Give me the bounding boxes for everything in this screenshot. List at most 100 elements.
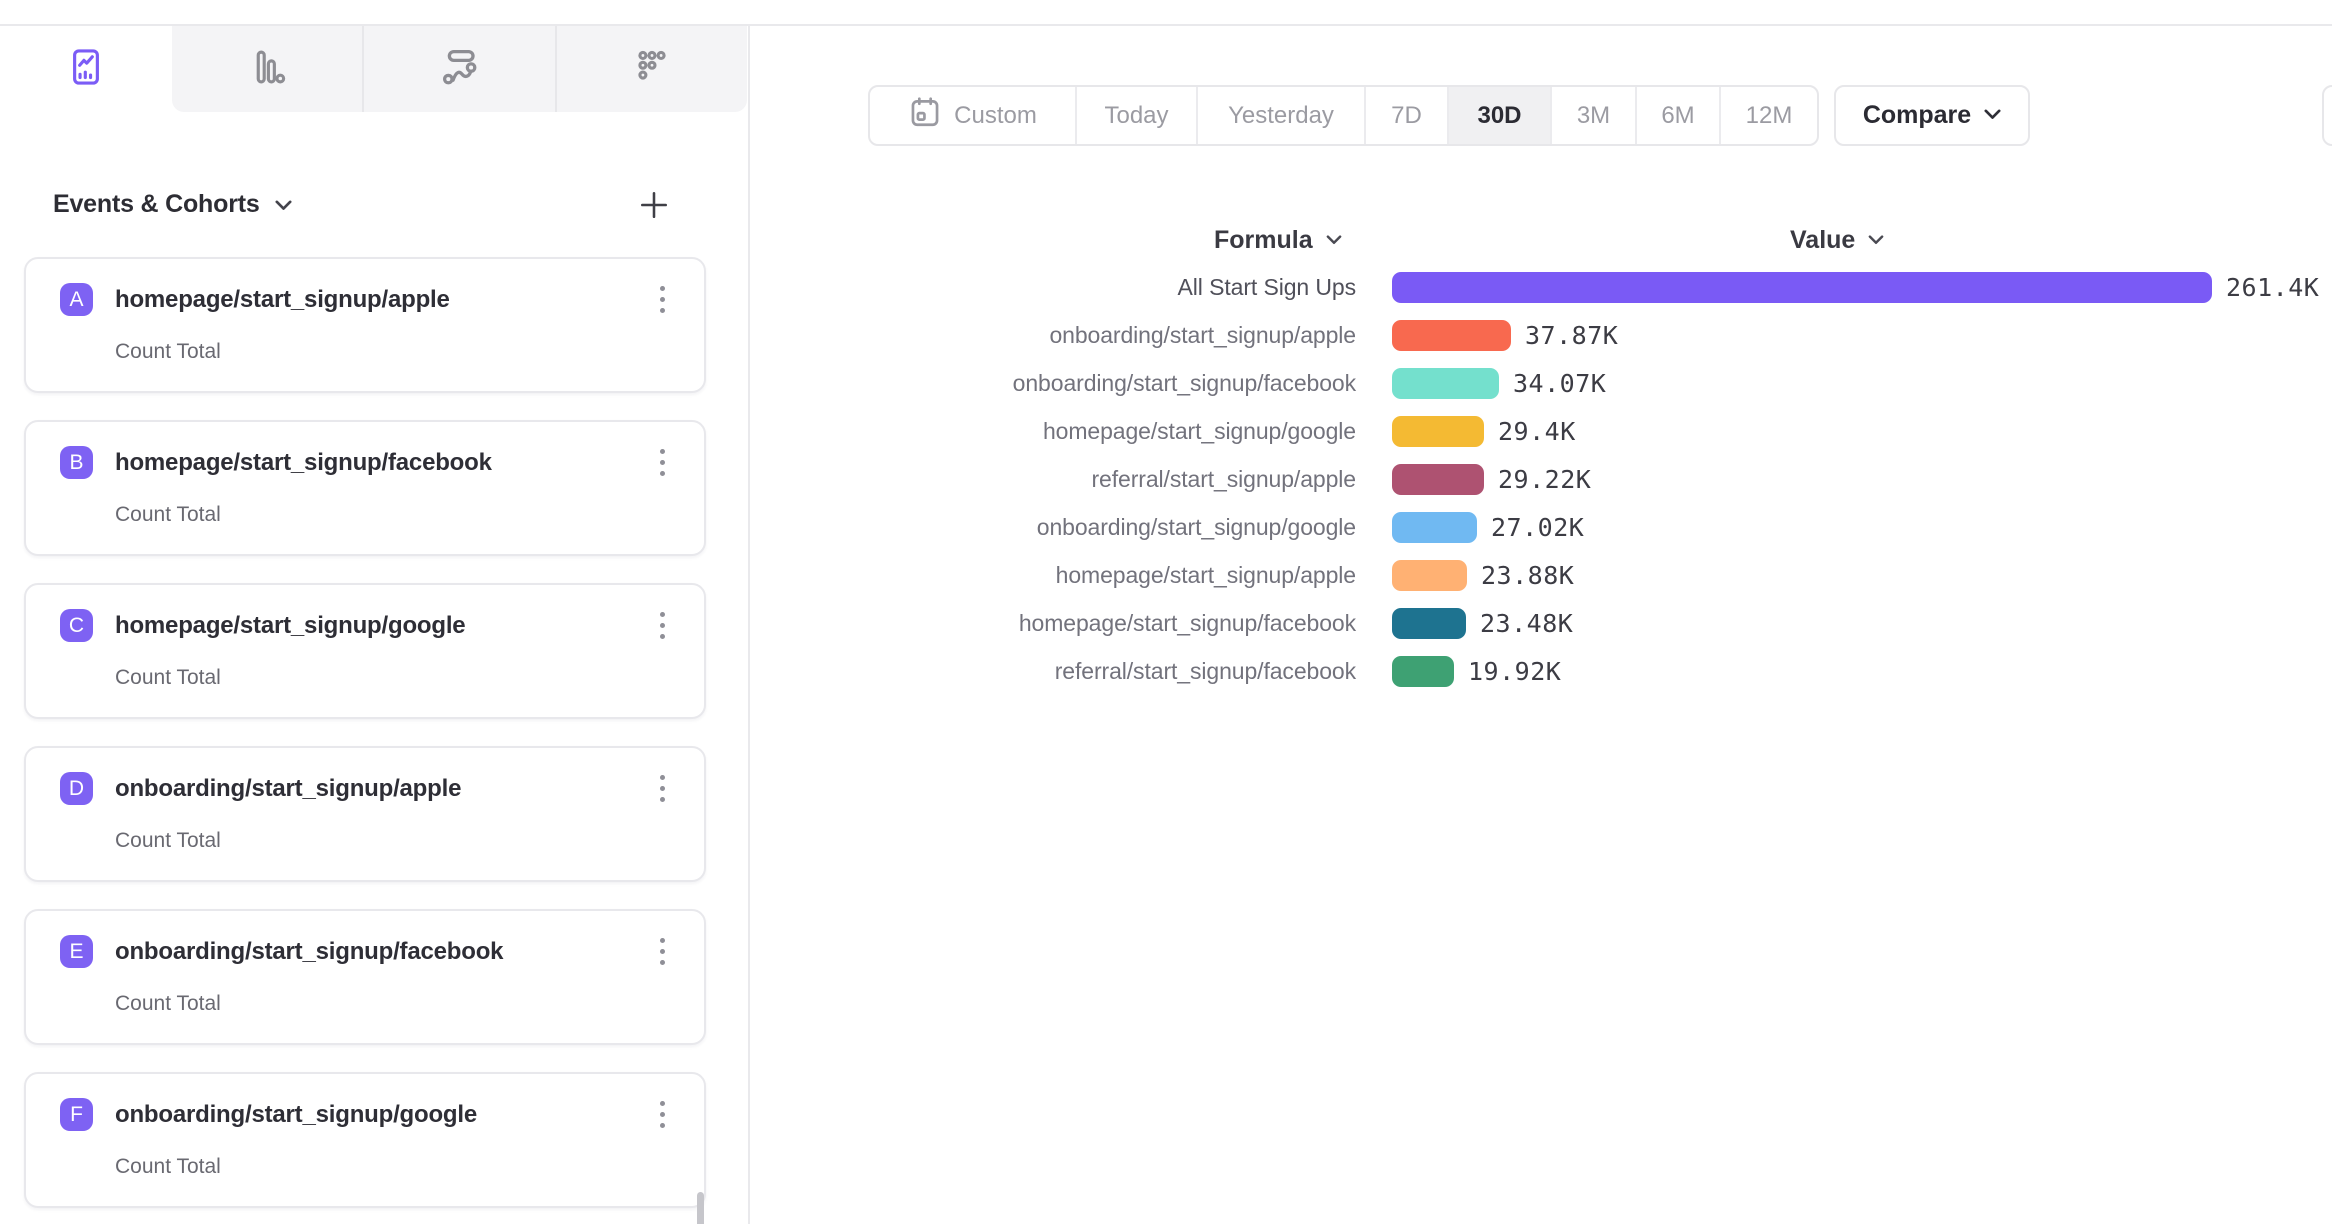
chart-bar[interactable] xyxy=(1392,656,1454,687)
chart-bar-value: 23.48K xyxy=(1480,609,1573,639)
formula-column-header[interactable]: Formula xyxy=(1214,226,1342,255)
kebab-menu-icon[interactable] xyxy=(650,446,674,479)
sidebar-divider xyxy=(748,24,750,1224)
chart-row: All Start Sign Ups 261.4K xyxy=(760,272,2332,320)
events-cohorts-header[interactable]: Events & Cohorts xyxy=(53,190,292,219)
chart-bar[interactable] xyxy=(1392,320,1511,351)
chart-bar[interactable] xyxy=(1392,512,1477,543)
chart-bar[interactable] xyxy=(1392,560,1467,591)
date-range-label: 30D xyxy=(1477,102,1521,130)
chart-row-label[interactable]: referral/start_signup/facebook xyxy=(760,656,1356,687)
chart-bar-value: 37.87K xyxy=(1525,321,1618,351)
event-letter-badge: C xyxy=(60,609,93,642)
date-range-option[interactable]: 30D xyxy=(1447,87,1550,144)
date-range-option[interactable]: Today xyxy=(1075,87,1196,144)
line-chart-icon xyxy=(65,46,107,93)
retention-grid-icon xyxy=(631,46,673,93)
chart-bar-value: 34.07K xyxy=(1513,369,1606,399)
event-card[interactable]: B homepage/start_signup/facebook Count T… xyxy=(24,420,706,556)
compare-button[interactable]: Compare xyxy=(1834,85,2030,146)
chart-row-label[interactable]: All Start Sign Ups xyxy=(760,272,1356,303)
chart-row: referral/start_signup/facebook 19.92K xyxy=(760,656,2332,704)
tab-bar-chart[interactable] xyxy=(172,26,362,112)
event-card[interactable]: F onboarding/start_signup/google Count T… xyxy=(24,1072,706,1208)
chart-row: onboarding/start_signup/google 27.02K xyxy=(760,512,2332,560)
chart-bar[interactable] xyxy=(1392,272,2212,303)
calendar-icon xyxy=(908,95,942,136)
date-range-option[interactable]: Yesterday xyxy=(1196,87,1364,144)
add-event-button[interactable] xyxy=(636,188,672,224)
chevron-down-icon xyxy=(1984,106,2001,125)
chart-row: homepage/start_signup/apple 23.88K xyxy=(760,560,2332,608)
analytics-insights-screen: Events & Cohorts A homepage/start_signup… xyxy=(0,0,2332,1224)
kebab-menu-icon[interactable] xyxy=(650,1098,674,1131)
kebab-menu-icon[interactable] xyxy=(650,772,674,805)
chart-bar[interactable] xyxy=(1392,464,1484,495)
date-range-label: Custom xyxy=(954,102,1037,130)
event-name: homepage/start_signup/facebook xyxy=(115,449,492,477)
value-header-label: Value xyxy=(1790,226,1855,255)
chart-bar-value: 23.88K xyxy=(1481,561,1574,591)
chart-row: onboarding/start_signup/facebook 34.07K xyxy=(760,368,2332,416)
date-range-option[interactable]: 7D xyxy=(1364,87,1447,144)
date-range-label: 12M xyxy=(1746,102,1793,130)
date-range-option[interactable]: Custom xyxy=(870,87,1075,144)
bar-chart: All Start Sign Ups 261.4K onboarding/sta… xyxy=(760,272,2332,704)
event-metric[interactable]: Count Total xyxy=(115,992,221,1016)
chart-row-label[interactable]: onboarding/start_signup/google xyxy=(760,512,1356,543)
chart-bar-value: 19.92K xyxy=(1468,657,1561,687)
event-card[interactable]: A homepage/start_signup/apple Count Tota… xyxy=(24,257,706,393)
event-name: homepage/start_signup/apple xyxy=(115,286,450,314)
tab-line-chart[interactable] xyxy=(0,26,172,112)
chevron-down-icon xyxy=(275,198,292,216)
chart-bar[interactable] xyxy=(1392,368,1499,399)
event-metric[interactable]: Count Total xyxy=(115,829,221,853)
chevron-down-icon xyxy=(1326,231,1342,250)
chart-row: homepage/start_signup/facebook 23.48K xyxy=(760,608,2332,656)
chevron-down-icon xyxy=(1868,231,1884,250)
event-metric[interactable]: Count Total xyxy=(115,503,221,527)
date-range-option[interactable]: 3M xyxy=(1550,87,1635,144)
chart-row-label[interactable]: onboarding/start_signup/apple xyxy=(760,320,1356,351)
date-range-selector: Custom Today Yesterday xyxy=(868,85,1819,146)
tab-retention[interactable] xyxy=(555,26,747,112)
event-name: onboarding/start_signup/google xyxy=(115,1101,477,1129)
formula-header-label: Formula xyxy=(1214,226,1313,255)
chart-row-label[interactable]: homepage/start_signup/google xyxy=(760,416,1356,447)
event-metric[interactable]: Count Total xyxy=(115,1155,221,1179)
event-card[interactable]: E onboarding/start_signup/facebook Count… xyxy=(24,909,706,1045)
kebab-menu-icon[interactable] xyxy=(650,609,674,642)
event-card[interactable]: D onboarding/start_signup/apple Count To… xyxy=(24,746,706,882)
event-metric[interactable]: Count Total xyxy=(115,340,221,364)
event-letter-badge: D xyxy=(60,772,93,805)
chart-row-label[interactable]: homepage/start_signup/facebook xyxy=(760,608,1356,639)
event-card[interactable]: C homepage/start_signup/google Count Tot… xyxy=(24,583,706,719)
event-name: onboarding/start_signup/apple xyxy=(115,775,461,803)
date-range-label: Yesterday xyxy=(1228,102,1334,130)
flows-icon xyxy=(438,46,480,93)
kebab-menu-icon[interactable] xyxy=(650,935,674,968)
kebab-menu-icon[interactable] xyxy=(650,283,674,316)
chart-bar[interactable] xyxy=(1392,608,1466,639)
chart-row-label[interactable]: referral/start_signup/apple xyxy=(760,464,1356,495)
events-cohorts-title: Events & Cohorts xyxy=(53,190,260,219)
chart-bar-value: 261.4K xyxy=(2226,273,2319,303)
chart-bar-value: 27.02K xyxy=(1491,513,1584,543)
event-name: homepage/start_signup/google xyxy=(115,612,465,640)
tab-flows[interactable] xyxy=(362,26,554,112)
date-range-option[interactable]: 6M xyxy=(1635,87,1719,144)
event-card-list: A homepage/start_signup/apple Count Tota… xyxy=(24,257,706,1224)
chart-row-label[interactable]: onboarding/start_signup/facebook xyxy=(760,368,1356,399)
chart-row: onboarding/start_signup/apple 37.87K xyxy=(760,320,2332,368)
bar-chart-icon xyxy=(246,46,288,93)
event-letter-badge: E xyxy=(60,935,93,968)
value-column-header[interactable]: Value xyxy=(1790,226,1884,255)
clipped-edge-button[interactable] xyxy=(2322,85,2332,146)
event-metric[interactable]: Count Total xyxy=(115,666,221,690)
sidebar-scrollbar[interactable] xyxy=(697,1192,704,1224)
date-range-option[interactable]: 12M xyxy=(1719,87,1817,144)
compare-label: Compare xyxy=(1863,101,1971,130)
chart-bar[interactable] xyxy=(1392,416,1484,447)
plus-icon xyxy=(638,189,670,224)
chart-row-label[interactable]: homepage/start_signup/apple xyxy=(760,560,1356,591)
